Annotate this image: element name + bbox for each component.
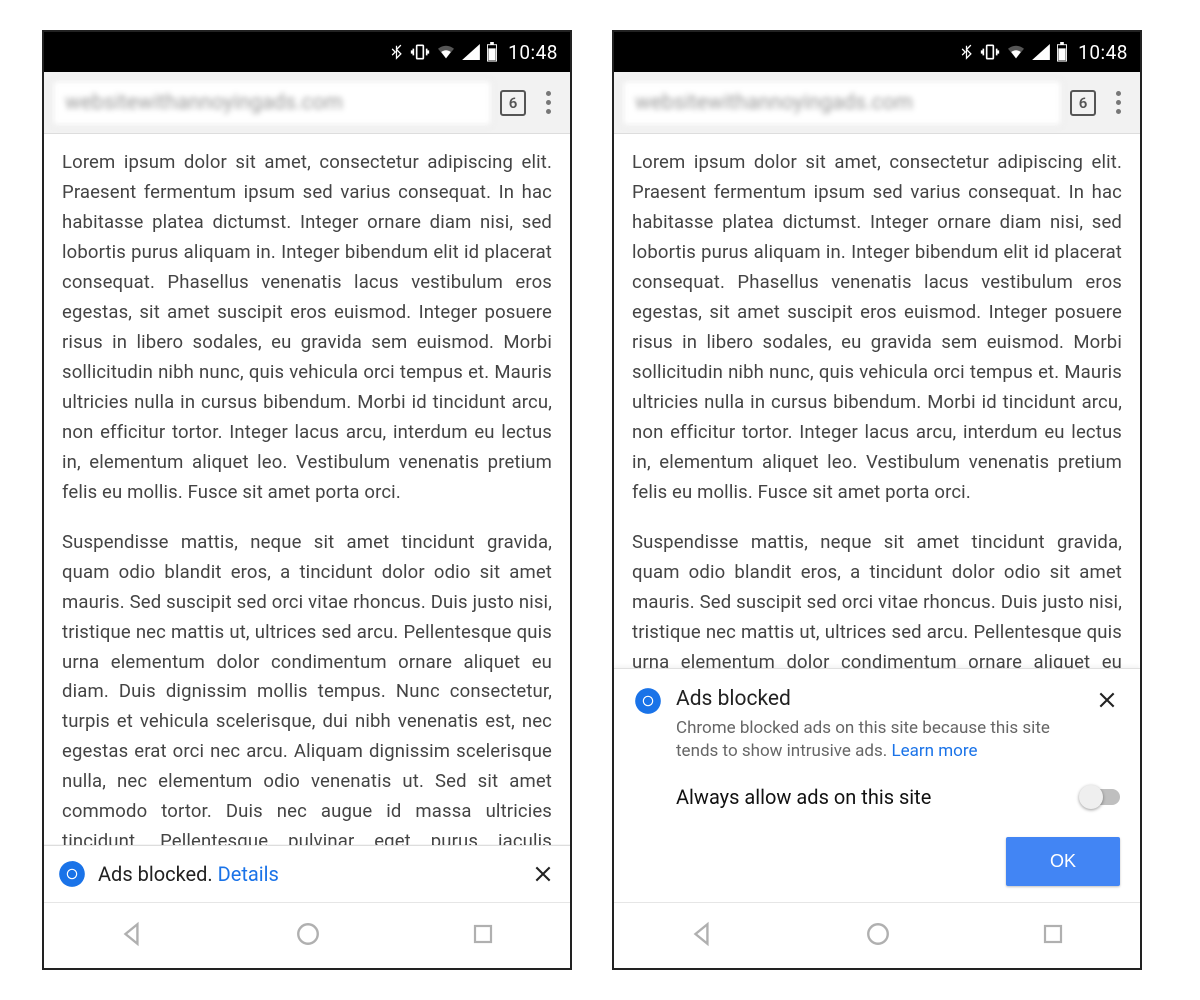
back-icon[interactable]: [119, 921, 145, 951]
recents-icon[interactable]: [471, 922, 495, 950]
status-clock: 10:48: [508, 41, 558, 64]
body-paragraph: Suspendisse mattis, neque sit amet tinci…: [62, 528, 552, 845]
overflow-menu-icon[interactable]: [534, 91, 562, 114]
overflow-menu-icon[interactable]: [1104, 91, 1132, 114]
bluetooth-icon: [959, 41, 974, 63]
url-bar[interactable]: websitewithannoyingads.com: [622, 80, 1062, 126]
browser-toolbar: websitewithannoyingads.com 6: [614, 72, 1140, 134]
vibrate-icon: [410, 42, 430, 62]
allow-ads-toggle[interactable]: [1082, 789, 1120, 805]
panel-description: Chrome blocked ads on this site because …: [676, 717, 1076, 763]
android-statusbar: 10:48: [44, 32, 570, 72]
battery-icon: [1056, 42, 1068, 62]
close-icon[interactable]: [1094, 687, 1120, 713]
android-navbar: [44, 902, 570, 968]
bluetooth-icon: [389, 41, 404, 63]
page-content: Lorem ipsum dolor sit amet, consectetur …: [614, 134, 1140, 668]
allow-ads-toggle-label: Always allow ads on this site: [676, 785, 1082, 809]
recents-icon[interactable]: [1041, 922, 1065, 950]
status-clock: 10:48: [1078, 41, 1128, 64]
back-icon[interactable]: [689, 921, 715, 951]
ok-button[interactable]: OK: [1006, 837, 1120, 886]
tab-switcher[interactable]: 6: [1070, 90, 1096, 116]
page-content: Lorem ipsum dolor sit amet, consectetur …: [44, 134, 570, 845]
body-paragraph: Lorem ipsum dolor sit amet, consectetur …: [632, 148, 1122, 508]
body-paragraph: Suspendisse mattis, neque sit amet tinci…: [632, 528, 1122, 669]
cell-signal-icon: [1032, 44, 1050, 60]
chrome-icon: [634, 687, 662, 715]
close-icon[interactable]: [530, 861, 556, 887]
cell-signal-icon: [462, 44, 480, 60]
android-statusbar: 10:48: [614, 32, 1140, 72]
wifi-icon: [1006, 44, 1026, 60]
battery-icon: [486, 42, 498, 62]
android-navbar: [614, 902, 1140, 968]
chrome-icon: [58, 860, 86, 888]
home-icon[interactable]: [295, 921, 321, 951]
home-icon[interactable]: [865, 921, 891, 951]
phone-right: 10:48 websitewithannoyingads.com 6 Lorem…: [612, 30, 1142, 970]
phone-left: 10:48 websitewithannoyingads.com 6 Lorem…: [42, 30, 572, 970]
infobar-message: Ads blocked. Details: [98, 862, 518, 886]
browser-toolbar: websitewithannoyingads.com 6: [44, 72, 570, 134]
ads-blocked-permission-panel: Ads blocked Chrome blocked ads on this s…: [614, 668, 1140, 902]
details-link[interactable]: Details: [218, 862, 279, 886]
url-bar[interactable]: websitewithannoyingads.com: [52, 80, 492, 126]
ads-blocked-infobar: Ads blocked. Details: [44, 845, 570, 902]
tab-switcher[interactable]: 6: [500, 90, 526, 116]
panel-title: Ads blocked: [676, 687, 1080, 711]
vibrate-icon: [980, 42, 1000, 62]
wifi-icon: [436, 44, 456, 60]
body-paragraph: Lorem ipsum dolor sit amet, consectetur …: [62, 148, 552, 508]
learn-more-link[interactable]: Learn more: [891, 741, 977, 761]
